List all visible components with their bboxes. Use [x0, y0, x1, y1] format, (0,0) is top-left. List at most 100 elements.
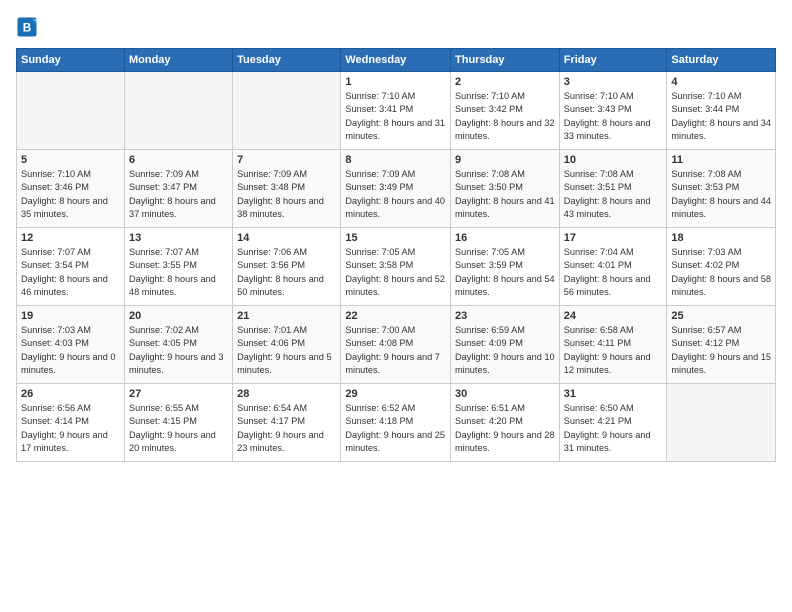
calendar-cell: 7Sunrise: 7:09 AMSunset: 3:48 PMDaylight…: [233, 150, 341, 228]
calendar-cell: [17, 72, 125, 150]
weekday-header: Tuesday: [233, 49, 341, 72]
day-number: 23: [455, 310, 555, 322]
day-number: 12: [21, 232, 120, 244]
sunset: Sunset: 4:14 PM: [21, 416, 89, 426]
sunset: Sunset: 4:21 PM: [564, 416, 632, 426]
day-number: 13: [129, 232, 228, 244]
calendar-cell: 18Sunrise: 7:03 AMSunset: 4:02 PMDayligh…: [667, 228, 776, 306]
day-number: 28: [237, 388, 336, 400]
sunrise: Sunrise: 7:03 AM: [671, 247, 741, 257]
daylight: Daylight: 8 hours and 50 minutes.: [237, 274, 324, 297]
sunset: Sunset: 3:43 PM: [564, 104, 632, 114]
day-info: Sunrise: 6:57 AMSunset: 4:12 PMDaylight:…: [671, 324, 771, 377]
day-number: 9: [455, 154, 555, 166]
calendar-cell: 5Sunrise: 7:10 AMSunset: 3:46 PMDaylight…: [17, 150, 125, 228]
daylight: Daylight: 9 hours and 5 minutes.: [237, 352, 332, 375]
day-number: 16: [455, 232, 555, 244]
day-number: 14: [237, 232, 336, 244]
daylight: Daylight: 9 hours and 7 minutes.: [345, 352, 440, 375]
daylight: Daylight: 9 hours and 15 minutes.: [671, 352, 771, 375]
sunset: Sunset: 4:12 PM: [671, 338, 739, 348]
sunrise: Sunrise: 6:51 AM: [455, 403, 525, 413]
weekday-header: Friday: [559, 49, 667, 72]
calendar-cell: 27Sunrise: 6:55 AMSunset: 4:15 PMDayligh…: [124, 384, 232, 462]
daylight: Daylight: 9 hours and 10 minutes.: [455, 352, 555, 375]
day-info: Sunrise: 7:10 AM Sunset: 3:44 PM Daylight:…: [671, 90, 771, 143]
daylight: Daylight: 8 hours and 48 minutes.: [129, 274, 216, 297]
sunrise: Sunrise: 6:58 AM: [564, 325, 634, 335]
sunrise: Sunrise: 7:04 AM: [564, 247, 634, 257]
calendar-cell: 4Sunrise: 7:10 AMSunset: 3:44 PMDaylight…: [667, 72, 776, 150]
day-info: Sunrise: 6:50 AMSunset: 4:21 PMDaylight:…: [564, 402, 663, 455]
daylight: Daylight: 8 hours and 34 minutes.: [671, 118, 771, 141]
sunset: Sunset: 4:08 PM: [345, 338, 413, 348]
logo: B: [16, 16, 42, 38]
sunrise: Sunrise: 6:55 AM: [129, 403, 199, 413]
daylight: Daylight: 8 hours and 33 minutes.: [564, 118, 651, 141]
page: B SundayMondayTuesdayWednesdayThursdayFr…: [0, 0, 792, 612]
calendar-cell: 26Sunrise: 6:56 AMSunset: 4:14 PMDayligh…: [17, 384, 125, 462]
sunrise: Sunrise: 7:10 AM: [455, 91, 525, 101]
daylight: Daylight: 8 hours and 58 minutes.: [671, 274, 771, 297]
day-info: Sunrise: 7:01 AMSunset: 4:06 PMDaylight:…: [237, 324, 336, 377]
calendar-cell: [667, 384, 776, 462]
daylight: Daylight: 8 hours and 52 minutes.: [345, 274, 445, 297]
calendar-cell: [124, 72, 232, 150]
day-info: Sunrise: 6:54 AMSunset: 4:17 PMDaylight:…: [237, 402, 336, 455]
day-number: 25: [671, 310, 771, 322]
daylight: Daylight: 9 hours and 3 minutes.: [129, 352, 224, 375]
sunrise: Sunrise: 7:03 AM: [21, 325, 91, 335]
day-number: 19: [21, 310, 120, 322]
day-number: 31: [564, 388, 663, 400]
day-number: 1: [345, 76, 446, 88]
sunset: Sunset: 3:56 PM: [237, 260, 305, 270]
day-number: 3: [564, 76, 663, 88]
calendar-cell: 23Sunrise: 6:59 AMSunset: 4:09 PMDayligh…: [451, 306, 560, 384]
sunrise: Sunrise: 7:10 AM: [671, 91, 741, 101]
daylight: Daylight: 8 hours and 31 minutes.: [345, 118, 445, 141]
day-number: 2: [455, 76, 555, 88]
sunrise: Sunrise: 6:50 AM: [564, 403, 634, 413]
sunrise: Sunrise: 7:08 AM: [671, 169, 741, 179]
sunset: Sunset: 3:44 PM: [671, 104, 739, 114]
sunrise: Sunrise: 6:52 AM: [345, 403, 415, 413]
daylight: Daylight: 8 hours and 38 minutes.: [237, 196, 324, 219]
day-info: Sunrise: 7:07 AMSunset: 3:54 PMDaylight:…: [21, 246, 120, 299]
day-info: Sunrise: 7:04 AMSunset: 4:01 PMDaylight:…: [564, 246, 663, 299]
daylight: Daylight: 9 hours and 25 minutes.: [345, 430, 445, 453]
sunset: Sunset: 3:54 PM: [21, 260, 89, 270]
sunset: Sunset: 4:15 PM: [129, 416, 197, 426]
calendar-cell: 31Sunrise: 6:50 AMSunset: 4:21 PMDayligh…: [559, 384, 667, 462]
calendar-cell: 21Sunrise: 7:01 AMSunset: 4:06 PMDayligh…: [233, 306, 341, 384]
calendar-cell: 2 Sunrise: 7:10 AMSunset: 3:42 PMDaylight…: [451, 72, 560, 150]
calendar-cell: 13Sunrise: 7:07 AMSunset: 3:55 PMDayligh…: [124, 228, 232, 306]
sunrise: Sunrise: 7:10 AM: [564, 91, 634, 101]
sunset: Sunset: 4:03 PM: [21, 338, 89, 348]
day-info: Sunrise: 7:02 AMSunset: 4:05 PMDaylight:…: [129, 324, 228, 377]
sunset: Sunset: 3:55 PM: [129, 260, 197, 270]
sunset: Sunset: 3:51 PM: [564, 182, 632, 192]
daylight: Daylight: 8 hours and 35 minutes.: [21, 196, 108, 219]
sunrise: Sunrise: 7:01 AM: [237, 325, 307, 335]
daylight: Daylight: 8 hours and 32 minutes.: [455, 118, 555, 141]
calendar-cell: 6Sunrise: 7:09 AMSunset: 3:47 PMDaylight…: [124, 150, 232, 228]
sunset: Sunset: 4:20 PM: [455, 416, 523, 426]
weekday-header: Saturday: [667, 49, 776, 72]
daylight: Daylight: 8 hours and 54 minutes.: [455, 274, 555, 297]
sunset: Sunset: 4:11 PM: [564, 338, 631, 348]
calendar-cell: 25 Sunrise: 6:57 AMSunset: 4:12 PMDayligh…: [667, 306, 776, 384]
daylight: Daylight: 8 hours and 43 minutes.: [564, 196, 651, 219]
sunrise: Sunrise: 7:05 AM: [345, 247, 415, 257]
sunset: Sunset: 3:53 PM: [671, 182, 739, 192]
day-info: Sunrise: 7:10 AMSunset: 3:42 PMDaylight:…: [455, 90, 555, 143]
sunset: Sunset: 3:46 PM: [21, 182, 89, 192]
calendar-week-row: 26Sunrise: 6:56 AMSunset: 4:14 PMDayligh…: [17, 384, 776, 462]
calendar-cell: [233, 72, 341, 150]
daylight: Daylight: 8 hours and 46 minutes.: [21, 274, 108, 297]
day-info: Sunrise: 6:58 AMSunset: 4:11 PMDaylight:…: [564, 324, 663, 377]
day-info: Sunrise: 7:05 AMSunset: 3:58 PMDaylight:…: [345, 246, 446, 299]
day-number: 22: [345, 310, 446, 322]
weekday-header: Wednesday: [341, 49, 451, 72]
sunrise: Sunrise: 7:05 AM: [455, 247, 525, 257]
daylight: Daylight: 9 hours and 23 minutes.: [237, 430, 324, 453]
